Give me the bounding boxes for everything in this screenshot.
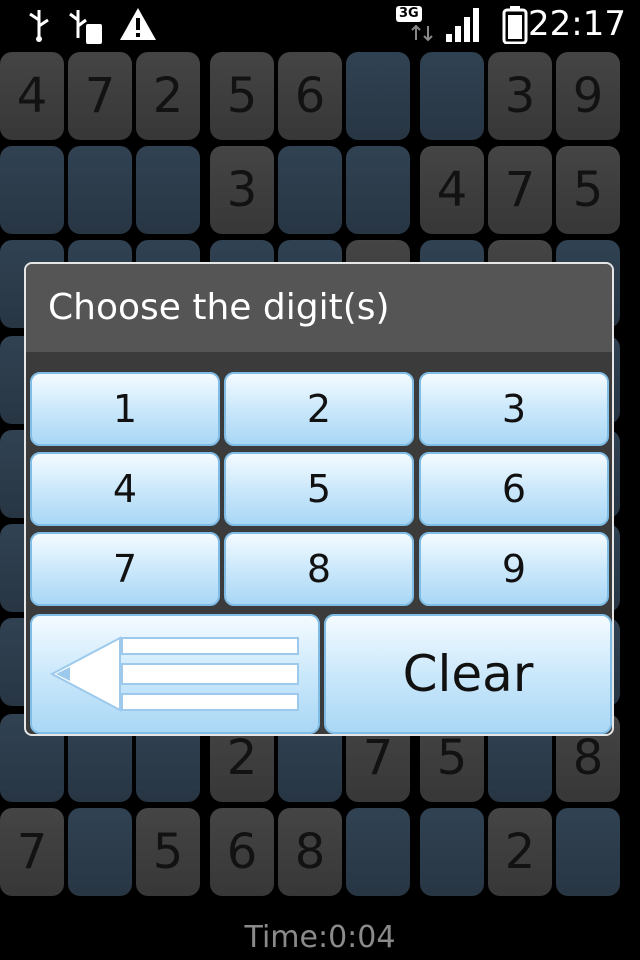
digit-button-1[interactable]: 1 <box>30 372 220 446</box>
usb-debug-icon <box>69 10 102 44</box>
data-activity-icon <box>411 24 433 42</box>
dialog-keypad: 1 2 3 4 5 6 7 8 9 Clear <box>26 368 612 734</box>
digit-button-8[interactable]: 8 <box>224 532 414 606</box>
digit-button-3[interactable]: 3 <box>419 372 609 446</box>
backspace-icon <box>50 636 299 712</box>
battery-icon <box>502 6 528 44</box>
backspace-button[interactable] <box>30 614 320 734</box>
warning-icon <box>120 8 156 40</box>
digit-button-9[interactable]: 9 <box>419 532 609 606</box>
status-bar: 3G 22:17 <box>0 0 640 48</box>
digit-button-7[interactable]: 7 <box>30 532 220 606</box>
clock: 22:17 <box>528 4 626 44</box>
dialog-title: Choose the digit(s) <box>26 264 612 352</box>
digit-button-5[interactable]: 5 <box>224 452 414 526</box>
digit-button-6[interactable]: 6 <box>419 452 609 526</box>
clear-button[interactable]: Clear <box>324 614 612 734</box>
signal-icon <box>446 8 479 42</box>
usb-icon <box>29 10 49 42</box>
choose-digit-dialog: Choose the digit(s) 1 2 3 4 5 6 7 8 9 Cl… <box>24 262 614 736</box>
timer-label: Time:0:04 <box>244 920 396 955</box>
digit-button-4[interactable]: 4 <box>30 452 220 526</box>
digit-button-2[interactable]: 2 <box>224 372 414 446</box>
network-type: 3G <box>396 6 422 22</box>
